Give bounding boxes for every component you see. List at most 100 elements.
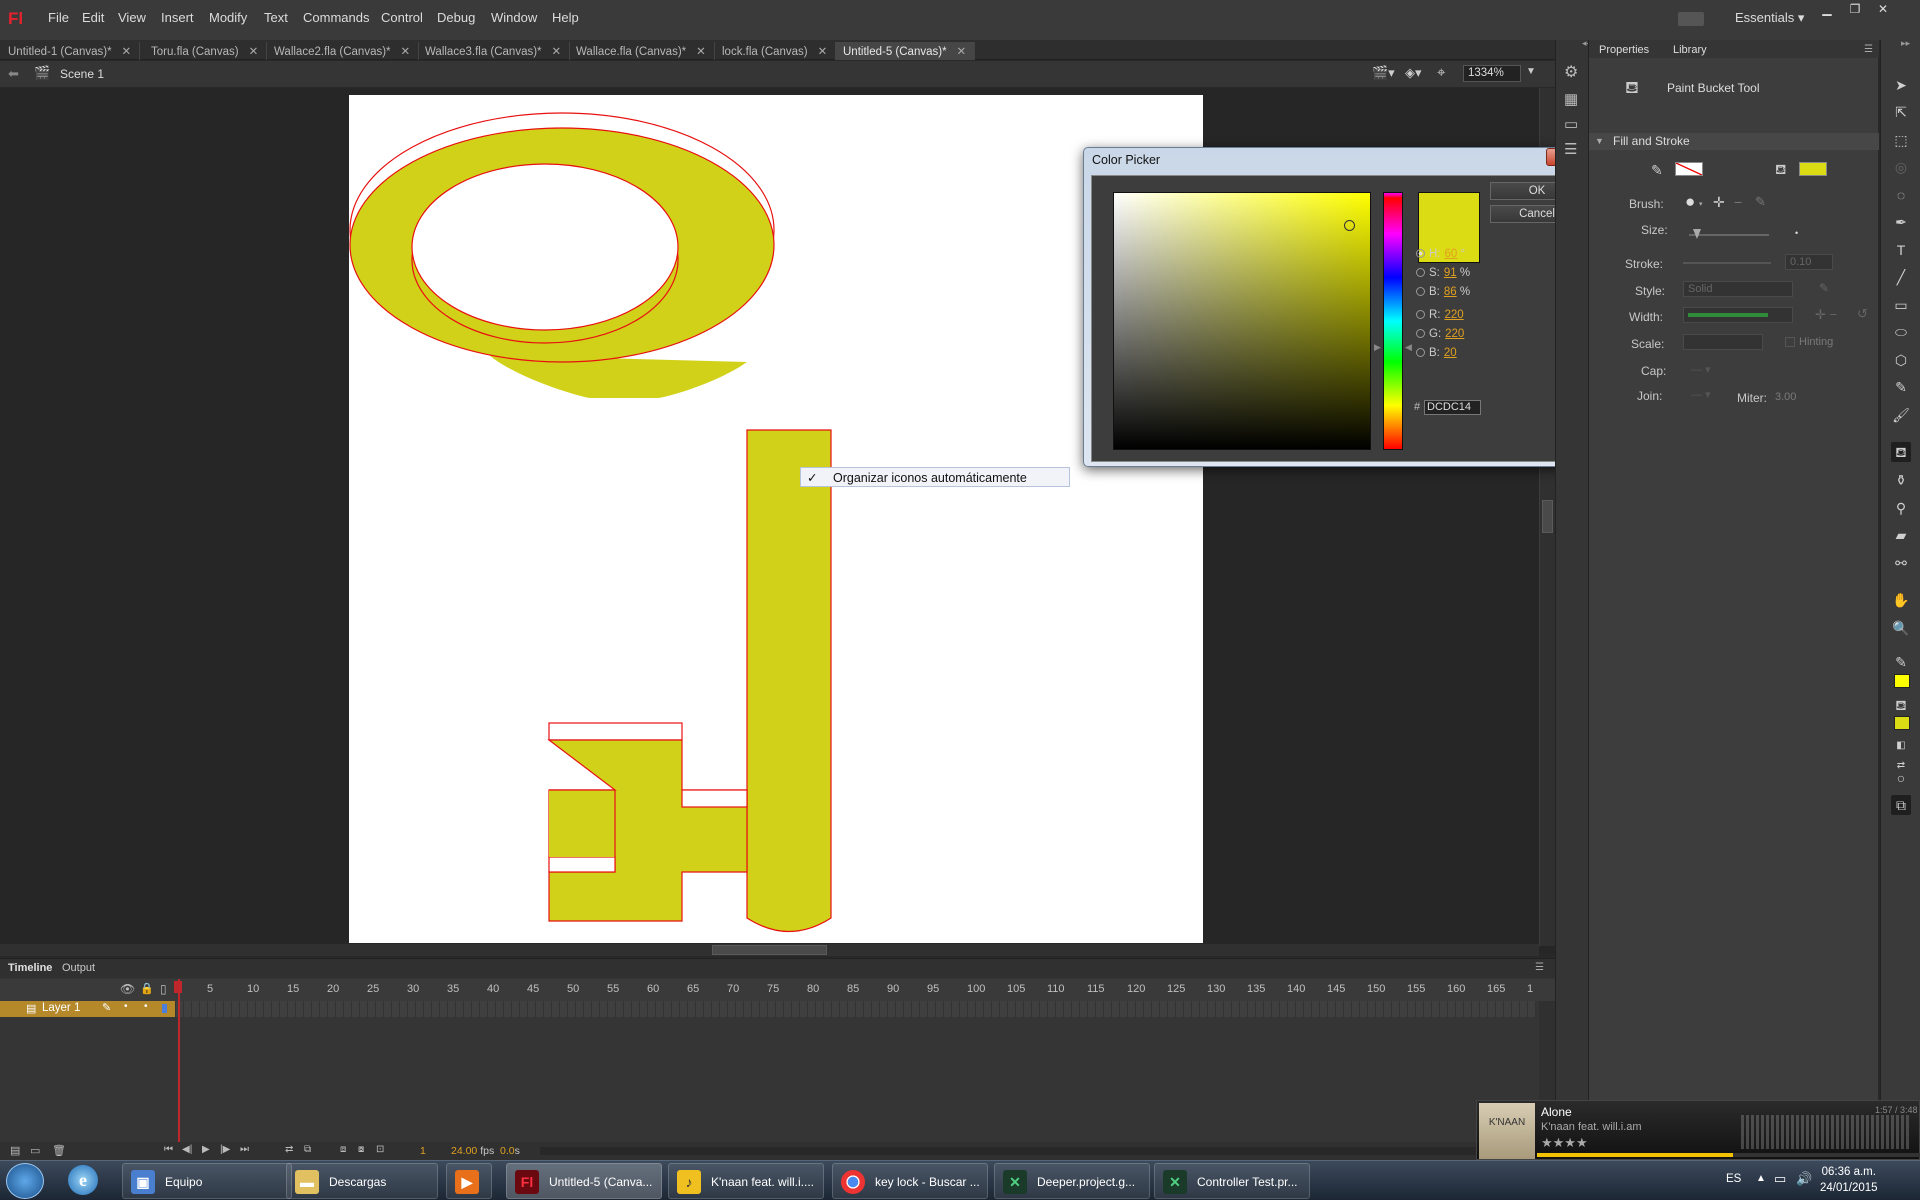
- hue-value[interactable]: 60: [1445, 248, 1458, 260]
- track-progress-bar[interactable]: [1537, 1153, 1920, 1157]
- doc-tab[interactable]: Wallace2.fla (Canvas)* ✕: [266, 42, 420, 60]
- close-tab-icon[interactable]: ✕: [401, 46, 411, 58]
- menu-control[interactable]: Control: [381, 10, 423, 25]
- align-panel-icon[interactable]: ▦: [1564, 90, 1578, 108]
- taskbar-button[interactable]: ▶: [446, 1163, 492, 1199]
- lasso-tool-icon[interactable]: ◌: [1891, 185, 1911, 205]
- playhead[interactable]: [178, 979, 180, 1159]
- swap-colors-icon[interactable]: ◧ ⇄: [1891, 736, 1911, 771]
- play-icon[interactable]: ▶: [202, 1144, 210, 1155]
- doc-tab[interactable]: Wallace3.fla (Canvas)* ✕: [417, 42, 571, 60]
- start-button[interactable]: [6, 1163, 44, 1199]
- size-slider-track[interactable]: [1689, 234, 1769, 236]
- modify-onion-markers-icon[interactable]: ⊡: [376, 1144, 384, 1155]
- horizontal-scrollbar[interactable]: [0, 944, 1539, 956]
- current-frame-field[interactable]: 1: [420, 1145, 426, 1157]
- internet-explorer-icon[interactable]: e: [68, 1165, 98, 1195]
- taskbar-button[interactable]: key lock - Buscar ...: [832, 1163, 988, 1199]
- panel-menu-icon[interactable]: ☰: [1864, 44, 1873, 55]
- layer-name[interactable]: Layer 1: [42, 1002, 80, 1014]
- scene-label[interactable]: Scene 1: [60, 67, 104, 81]
- free-transform-tool-icon[interactable]: ⬚: [1891, 130, 1911, 150]
- tab-properties[interactable]: Properties: [1599, 44, 1649, 56]
- loop-icon[interactable]: ⇄: [285, 1144, 293, 1155]
- menu-file[interactable]: File: [48, 10, 69, 25]
- red-value[interactable]: 220: [1445, 309, 1464, 321]
- line-tool-icon[interactable]: ╱: [1891, 267, 1911, 287]
- color-selector-handle[interactable]: [1344, 220, 1355, 231]
- doc-tab[interactable]: Toru.fla (Canvas) ✕: [143, 42, 268, 60]
- layer-frames[interactable]: [176, 1001, 1536, 1017]
- taskbar-button[interactable]: ✕ Controller Test.pr...: [1154, 1163, 1310, 1199]
- bone-tool-icon[interactable]: ⚯: [1891, 553, 1911, 573]
- stroke-color-chip[interactable]: [1894, 674, 1910, 688]
- system-clock[interactable]: 06:36 a.m. 24/01/2015: [1820, 1164, 1878, 1196]
- brush-tool-icon[interactable]: 🖌: [1891, 405, 1911, 425]
- brightness-radio[interactable]: [1416, 287, 1425, 296]
- close-window-icon[interactable]: ✕: [1872, 2, 1894, 18]
- polystar-tool-icon[interactable]: ⬡: [1891, 350, 1911, 370]
- fps-display[interactable]: 24.00 fps: [451, 1145, 494, 1157]
- fill-color-swatch[interactable]: [1799, 162, 1827, 176]
- delete-layer-icon[interactable]: 🗑: [52, 1144, 66, 1157]
- doc-tab[interactable]: Wallace.fla (Canvas)* ✕: [568, 42, 715, 60]
- menu-debug[interactable]: Debug: [437, 10, 475, 25]
- vertical-scroll-thumb[interactable]: [1542, 500, 1553, 533]
- pencil-tool-icon[interactable]: ✎: [1891, 377, 1911, 397]
- new-layer-icon[interactable]: ▤: [10, 1144, 20, 1157]
- ink-bottle-tool-icon[interactable]: ⚱: [1891, 470, 1911, 490]
- layer-outline-color[interactable]: [162, 1004, 167, 1013]
- green-radio[interactable]: [1416, 329, 1425, 338]
- horizontal-scroll-thumb[interactable]: [712, 945, 827, 955]
- info-panel-icon[interactable]: ▭: [1564, 115, 1578, 133]
- stroke-color-swatch[interactable]: [1675, 162, 1703, 176]
- oval-tool-icon[interactable]: ⬭: [1891, 322, 1911, 342]
- edit-multiple-frames-icon[interactable]: ⧇: [358, 1144, 364, 1155]
- hue-radio[interactable]: [1416, 249, 1425, 258]
- volume-icon[interactable]: 🔊: [1796, 1171, 1812, 1187]
- edit-scene-icon[interactable]: 🎬▾: [1372, 65, 1395, 81]
- blue-radio[interactable]: [1416, 348, 1425, 357]
- workspace-switcher[interactable]: Essentials ▾: [1735, 10, 1804, 26]
- key-drawing[interactable]: [349, 95, 1203, 943]
- onion-skin-icon[interactable]: ⧉: [304, 1144, 311, 1155]
- object-drawing-icon[interactable]: ○: [1891, 768, 1911, 788]
- outline-all-icon[interactable]: ▯: [160, 982, 167, 996]
- timeline-horizontal-scrollbar[interactable]: [540, 1147, 1535, 1155]
- menu-edit[interactable]: Edit: [82, 10, 104, 25]
- taskbar-button[interactable]: ✕ Deeper.project.g...: [994, 1163, 1150, 1199]
- pen-tool-icon[interactable]: ✒: [1891, 212, 1911, 232]
- doc-tab[interactable]: Untitled-1 (Canvas)* ✕: [0, 42, 141, 60]
- edit-symbols-icon[interactable]: ◈▾: [1405, 65, 1422, 81]
- selection-tool-icon[interactable]: ➤: [1891, 75, 1911, 95]
- zoom-field[interactable]: 1334%: [1463, 65, 1521, 82]
- green-value[interactable]: 220: [1445, 328, 1464, 340]
- menu-modify[interactable]: Modify: [209, 10, 247, 25]
- fill-stroke-section-header[interactable]: ▼ Fill and Stroke: [1589, 133, 1879, 150]
- show-hide-all-icon[interactable]: 👁: [120, 982, 135, 996]
- timeline-ruler[interactable]: 👁 🔒 ▯ 1510152025303540455055606570758085…: [0, 979, 1555, 1001]
- timeline-menu-icon[interactable]: ☰: [1535, 962, 1544, 973]
- doc-tab[interactable]: lock.fla (Canvas) ✕: [714, 42, 837, 60]
- taskbar-button[interactable]: ▬ Descargas: [286, 1163, 438, 1199]
- center-stage-icon[interactable]: ⌖: [1437, 64, 1445, 81]
- fill-color-chip[interactable]: [1894, 716, 1910, 730]
- eyedropper-tool-icon[interactable]: ⚲: [1891, 498, 1911, 518]
- back-arrow-icon[interactable]: ⬅: [8, 66, 19, 82]
- go-last-frame-icon[interactable]: ⏭: [240, 1144, 249, 1155]
- components-icon[interactable]: ☰: [1564, 140, 1577, 158]
- collapse-tools-icon[interactable]: ▸▸: [1901, 38, 1910, 49]
- now-playing-popup[interactable]: K'NAAN Alone K'naan feat. will.i.am ★★★★…: [1476, 1100, 1920, 1160]
- motion-editor-icon[interactable]: ⚙: [1564, 62, 1578, 82]
- hand-tool-icon[interactable]: ✋: [1891, 590, 1911, 610]
- hue-slider[interactable]: [1383, 192, 1403, 450]
- paint-bucket-tool-icon[interactable]: ⛾: [1891, 442, 1911, 462]
- network-icon[interactable]: ▭: [1774, 1171, 1786, 1187]
- blue-value[interactable]: 20: [1444, 347, 1457, 359]
- close-tab-icon[interactable]: ✕: [249, 46, 259, 58]
- close-tab-icon[interactable]: ✕: [818, 46, 828, 58]
- tab-timeline[interactable]: Timeline: [8, 962, 52, 974]
- close-tab-icon[interactable]: ✕: [122, 46, 132, 58]
- rectangle-tool-icon[interactable]: ▭: [1891, 295, 1911, 315]
- close-tab-icon[interactable]: ✕: [552, 46, 562, 58]
